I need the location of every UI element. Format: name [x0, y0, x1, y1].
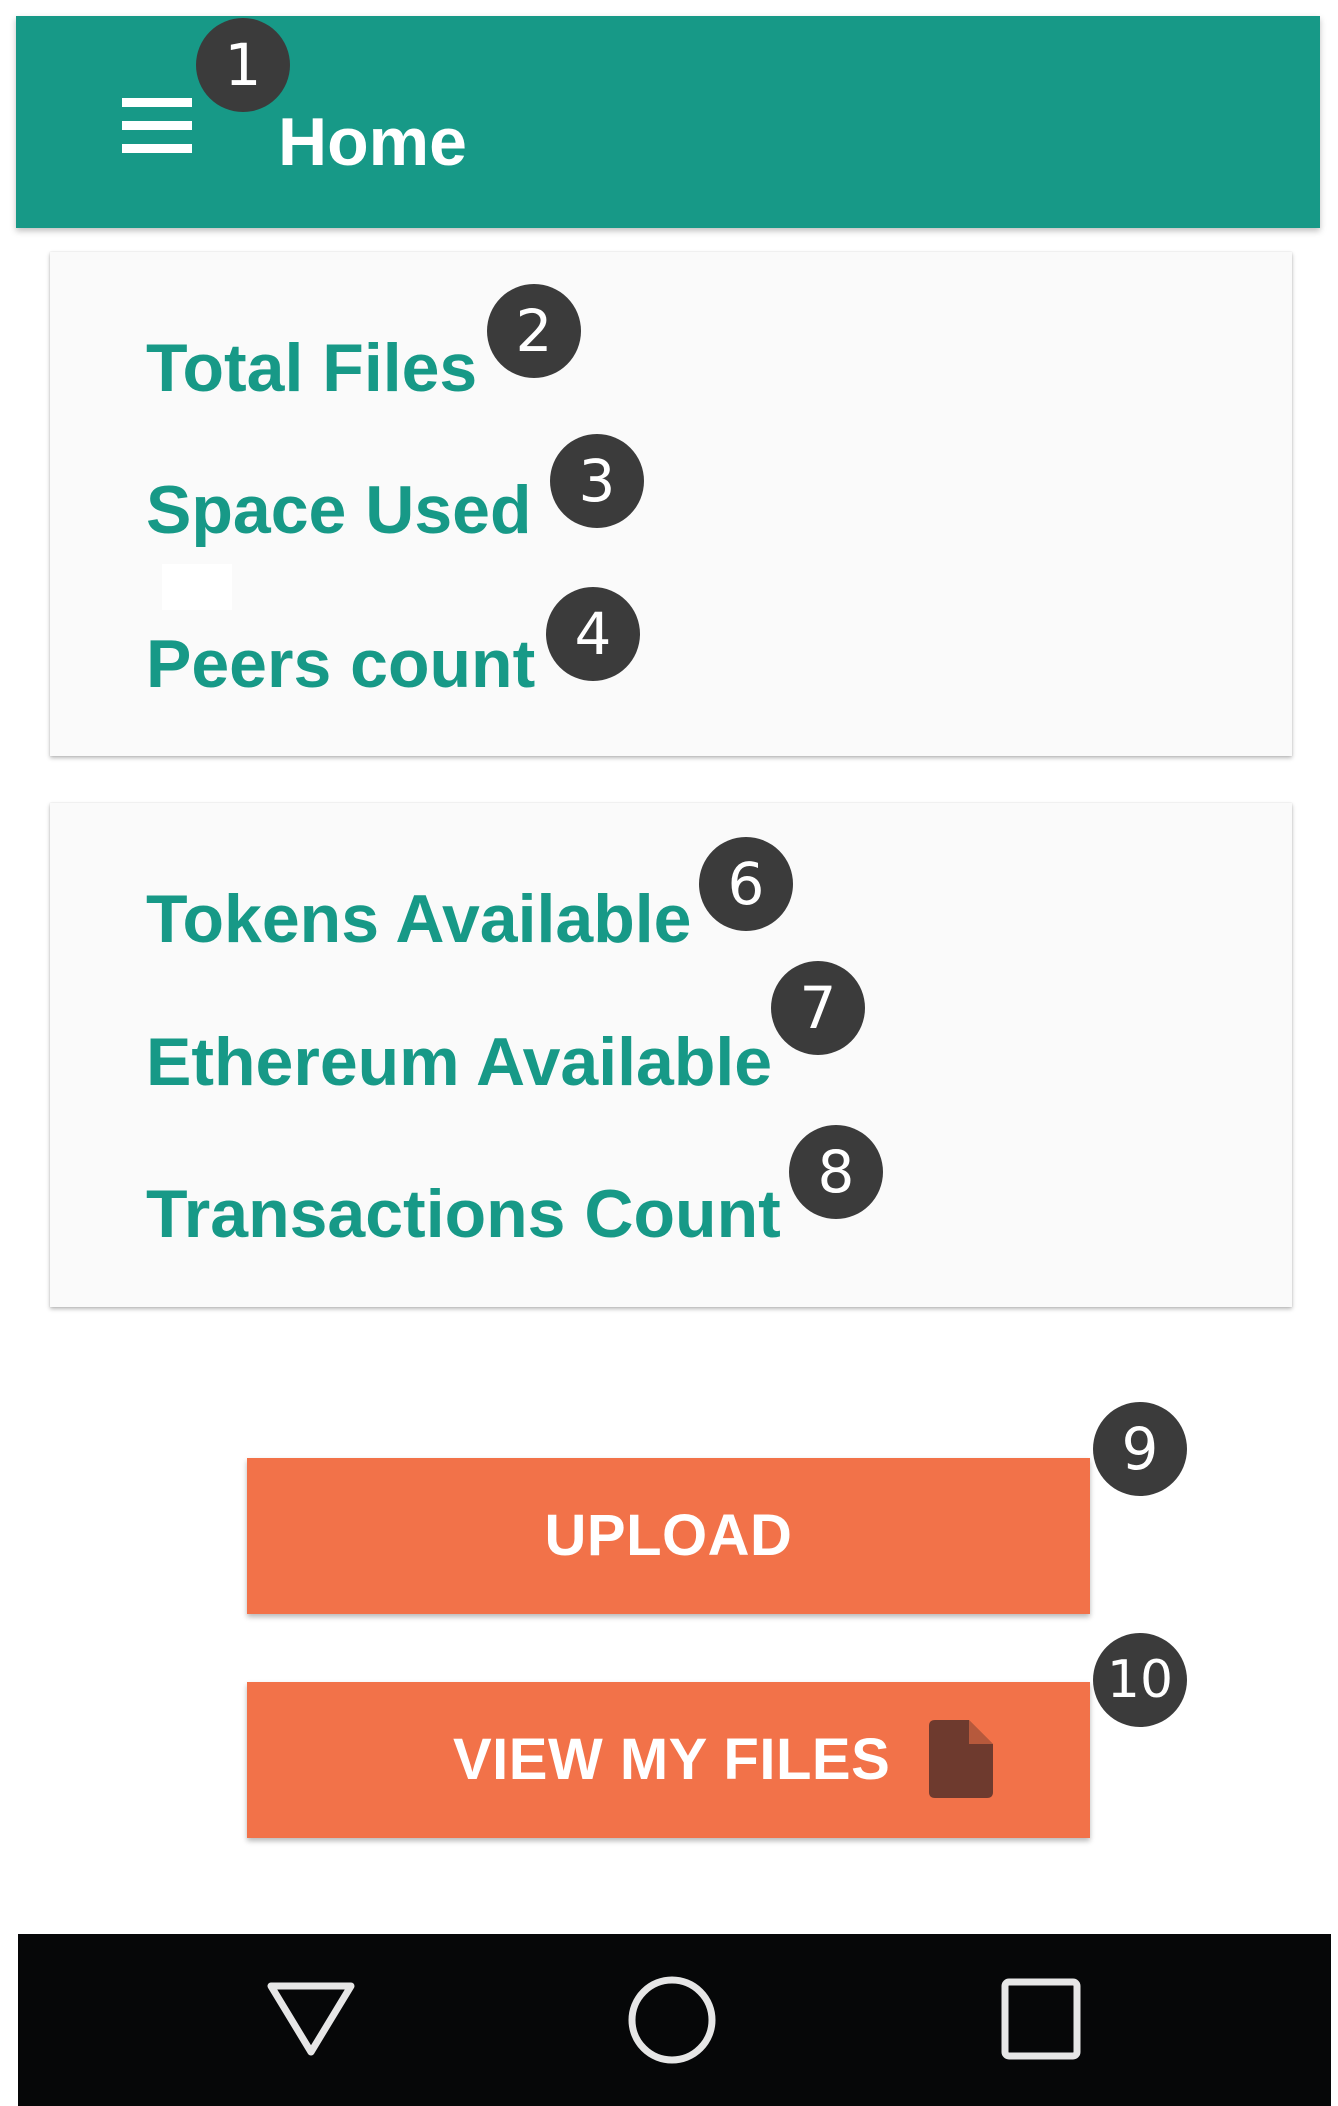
annotation-badge: 9	[1093, 1402, 1187, 1496]
file-icon	[929, 1720, 993, 1798]
system-navigation-bar	[18, 1934, 1331, 2106]
annotation-badge: 6	[699, 837, 793, 931]
blank-placeholder	[162, 564, 232, 610]
recent-apps-square-icon[interactable]	[993, 1972, 1089, 2068]
space-used-label: Space Used	[146, 472, 532, 548]
annotation-badge: 8	[789, 1125, 883, 1219]
annotation-badge: 4	[546, 587, 640, 681]
storage-stats-card: Total Files Space Used Peers count	[50, 252, 1292, 756]
peers-count-label: Peers count	[146, 626, 536, 702]
annotation-badge: 10	[1093, 1633, 1187, 1727]
view-my-files-button[interactable]: VIEW MY FILES	[247, 1682, 1090, 1838]
hamburger-menu-icon[interactable]	[122, 98, 192, 154]
back-triangle-icon[interactable]	[263, 1972, 359, 2068]
tokens-available-label: Tokens Available	[146, 881, 692, 957]
wallet-stats-card: Tokens Available Ethereum Available Tran…	[50, 803, 1292, 1307]
annotation-badge: 2	[487, 284, 581, 378]
view-my-files-label: VIEW MY FILES	[453, 1727, 891, 1792]
page-title: Home	[278, 104, 467, 180]
total-files-label: Total Files	[146, 330, 478, 406]
transactions-count-label: Transactions Count	[146, 1176, 781, 1252]
annotation-badge: 1	[196, 18, 290, 112]
home-circle-icon[interactable]	[624, 1972, 720, 2068]
upload-button[interactable]: UPLOAD	[247, 1458, 1090, 1614]
annotation-badge: 7	[771, 961, 865, 1055]
annotation-badge: 3	[550, 434, 644, 528]
ethereum-available-label: Ethereum Available	[146, 1024, 773, 1100]
